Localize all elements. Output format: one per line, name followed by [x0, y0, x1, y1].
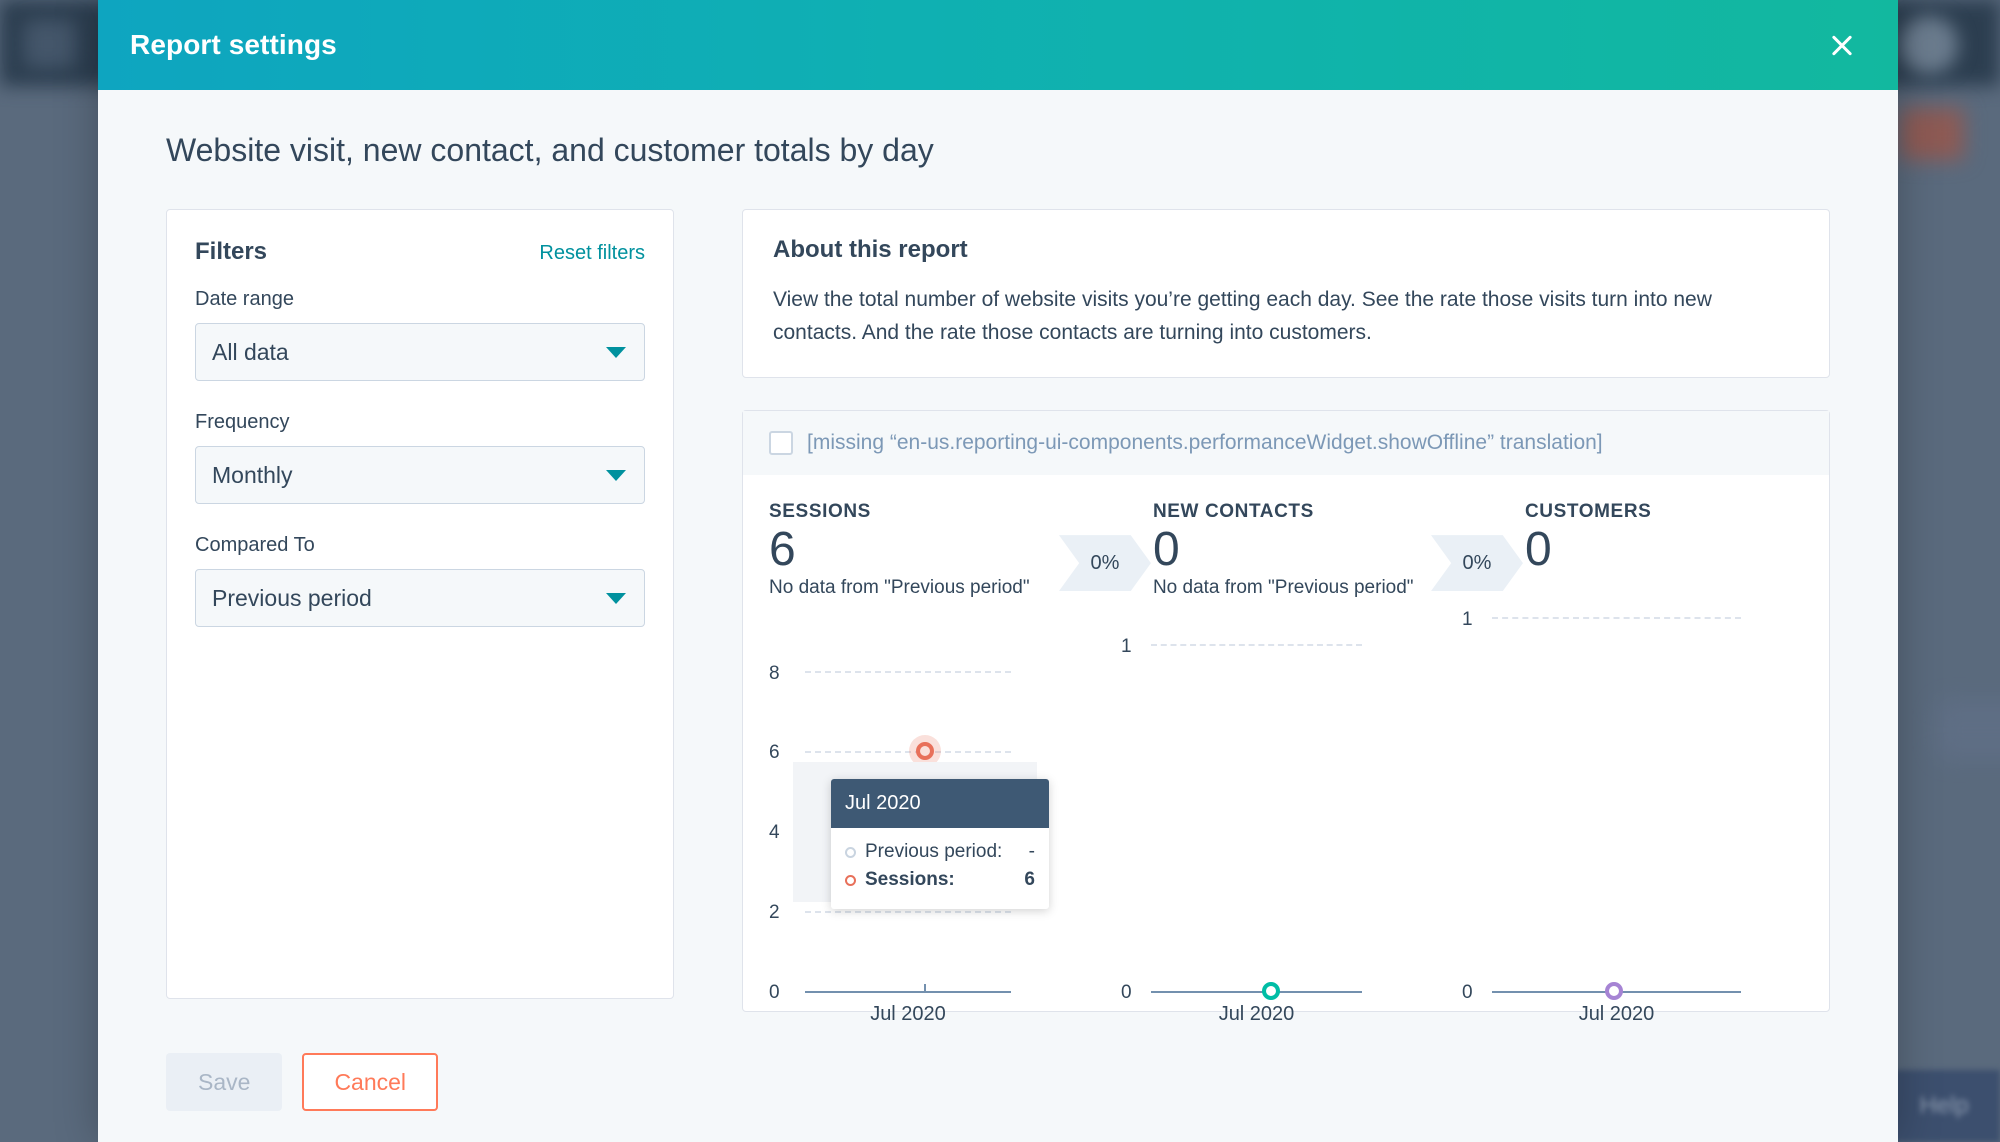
- cancel-button[interactable]: Cancel: [302, 1053, 439, 1111]
- show-offline-checkbox[interactable]: [769, 431, 793, 456]
- chart-sessions: 8 6 4 2 0 Jul 2020 Previous period: - Se…: [769, 607, 1121, 1025]
- y-tick: 1: [1462, 608, 1473, 630]
- y-tick: 2: [769, 901, 780, 923]
- show-offline-row: [missing “en-us.reporting-ui-components.…: [743, 411, 1829, 476]
- tooltip-row-value: -: [1028, 840, 1035, 862]
- about-this-report-card: About this report View the total number …: [742, 209, 1830, 379]
- metrics-row: SESSIONS 6 No data from "Previous period…: [743, 475, 1829, 599]
- reset-filters-link[interactable]: Reset filters: [539, 242, 645, 265]
- compared-to-value: Previous period: [212, 584, 372, 611]
- field-date-range: Date range All data: [195, 288, 645, 381]
- series-dot-icon: [845, 875, 856, 887]
- data-point-new-contacts[interactable]: [1262, 981, 1280, 1000]
- page-title: Website visit, new contact, and customer…: [166, 132, 934, 168]
- filters-header: Filters Reset filters: [195, 238, 645, 266]
- metric-label: CUSTOMERS: [1524, 501, 1652, 523]
- metric-subtitle: No data from "Previous period": [769, 576, 1030, 598]
- metric-label: NEW CONTACTS: [1152, 501, 1314, 523]
- date-range-select[interactable]: All data: [195, 323, 645, 381]
- metric-subtitle: No data from "Previous period": [1152, 576, 1414, 598]
- metric-sessions: SESSIONS 6 No data from "Previous period…: [769, 501, 1059, 599]
- backdrop-card: [1935, 700, 2000, 760]
- modal-header: Report settings: [98, 0, 1898, 90]
- save-button[interactable]: Save: [166, 1053, 283, 1111]
- close-icon[interactable]: [1822, 25, 1862, 65]
- tooltip-row-sessions: Sessions: 6: [845, 866, 1035, 895]
- filters-panel: Filters Reset filters Date range All dat…: [166, 209, 674, 999]
- gridline: [1492, 616, 1741, 619]
- metric-value: 0: [1524, 523, 1552, 577]
- show-offline-label: [missing “en-us.reporting-ui-components.…: [807, 431, 1603, 455]
- about-title: About this report: [773, 236, 968, 263]
- metric-customers: CUSTOMERS 0: [1525, 501, 1803, 599]
- charts-row: 8 6 4 2 0 Jul 2020 Previous period: - Se…: [743, 607, 1829, 1025]
- backdrop-logo: [24, 20, 76, 68]
- tooltip-body: Previous period: - Sessions: 6: [831, 828, 1049, 909]
- chevron-down-icon: [606, 347, 626, 359]
- tooltip-header: Jul 2020: [831, 778, 1049, 828]
- metric-value: 6: [769, 523, 796, 577]
- x-tick-mark: [924, 983, 926, 993]
- chart-new-contacts: 1 0 Jul 2020: [1121, 607, 1462, 1025]
- y-tick: 4: [769, 821, 780, 843]
- metric-new-contacts: NEW CONTACTS 0 No data from "Previous pe…: [1153, 501, 1431, 599]
- data-point-customers[interactable]: [1605, 981, 1623, 1000]
- performance-widget-card: [missing “en-us.reporting-ui-components.…: [742, 410, 1830, 1025]
- tooltip-row-previous-period: Previous period: -: [845, 838, 1035, 867]
- x-axis-caption: Jul 2020: [1578, 1002, 1655, 1025]
- gridline: [805, 670, 1011, 673]
- y-tick: 8: [769, 662, 780, 684]
- gridline: [805, 910, 1011, 913]
- delta-badge-new-contacts: 0%: [1430, 535, 1523, 592]
- date-range-value: All data: [212, 338, 289, 365]
- y-tick: 0: [1462, 981, 1473, 1003]
- compared-to-label: Compared To: [195, 534, 315, 556]
- compared-to-select[interactable]: Previous period: [195, 569, 645, 627]
- metric-label: SESSIONS: [769, 501, 871, 523]
- report-panel: About this report View the total number …: [742, 209, 1830, 1025]
- tooltip-row-label: Previous period:: [865, 840, 1003, 862]
- y-tick: 1: [1121, 635, 1132, 657]
- data-point-sessions[interactable]: [909, 734, 941, 767]
- report-settings-modal: Report settings Website visit, new conta…: [98, 0, 1898, 1142]
- y-tick: 0: [769, 981, 780, 1003]
- gridline: [1151, 643, 1362, 646]
- about-body: View the total number of website visits …: [773, 288, 1712, 344]
- y-tick: 6: [769, 741, 780, 763]
- tooltip-row-label: Sessions:: [865, 869, 955, 891]
- x-axis: [1151, 990, 1362, 993]
- delta-badge-sessions: 0%: [1058, 535, 1151, 592]
- gridline: [805, 750, 1011, 753]
- metric-value: 0: [1152, 523, 1180, 577]
- frequency-select[interactable]: Monthly: [195, 446, 645, 504]
- chevron-down-icon: [606, 470, 626, 482]
- chevron-down-icon: [606, 593, 626, 605]
- chart-tooltip: Jul 2020 Previous period: - Sessions: 6: [831, 778, 1049, 909]
- modal-body: Filters Reset filters Date range All dat…: [98, 169, 1898, 1025]
- x-axis: [805, 990, 1011, 993]
- tooltip-row-value: 6: [1024, 869, 1035, 891]
- date-range-label: Date range: [195, 288, 294, 310]
- modal-footer: Save Cancel: [98, 1022, 1898, 1142]
- frequency-value: Monthly: [212, 461, 293, 488]
- frequency-label: Frequency: [195, 411, 290, 433]
- modal-header-title: Report settings: [130, 29, 337, 60]
- field-frequency: Frequency Monthly: [195, 411, 645, 504]
- backdrop-avatar: [1900, 16, 1958, 74]
- field-compared-to: Compared To Previous period: [195, 534, 645, 627]
- filters-title: Filters: [195, 238, 268, 265]
- chart-customers: 1 0 Jul 2020: [1462, 607, 1803, 1025]
- y-tick: 0: [1121, 981, 1132, 1003]
- series-dot-icon: [845, 846, 856, 858]
- help-button[interactable]: Help: [1888, 1070, 2000, 1142]
- backdrop-orange-button: [1900, 108, 1964, 160]
- x-axis-caption: Jul 2020: [1218, 1002, 1295, 1025]
- x-axis-caption: Jul 2020: [870, 1002, 946, 1025]
